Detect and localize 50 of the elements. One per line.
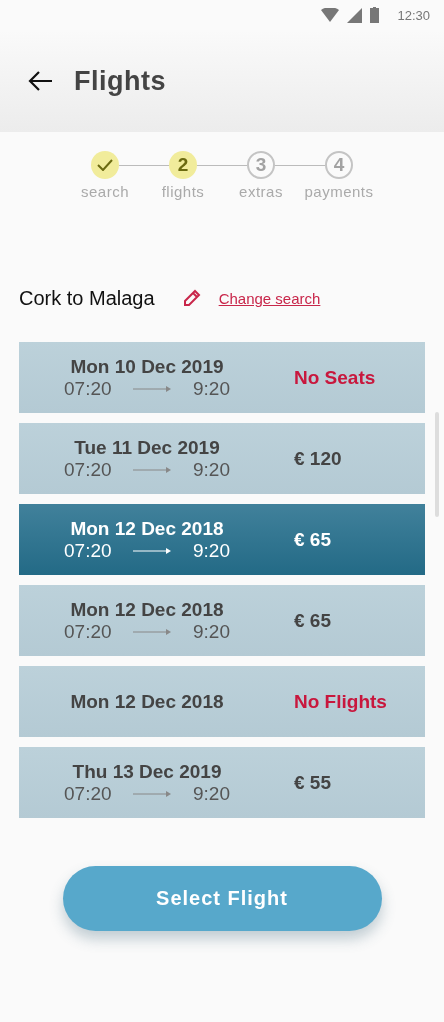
flight-price: € 120 [294,447,342,470]
arrow-icon [133,628,172,635]
flight-option[interactable]: Mon 12 Dec 2018 No Flights [19,666,425,737]
arrow-icon [133,547,172,554]
flight-date: Thu 13 Dec 2019 [72,760,222,783]
flight-option[interactable]: Mon 10 Dec 2019 07:20 9:20 No Seats [19,342,425,413]
signal-icon [347,7,363,23]
step-label: extras [239,183,283,200]
departure-time: 07:20 [64,458,112,481]
arrival-time: 9:20 [193,377,230,400]
flight-date: Tue 11 Dec 2019 [74,436,220,459]
back-arrow-icon[interactable] [28,71,53,91]
arrow-icon [133,385,172,392]
arrival-time: 9:20 [193,458,230,481]
step-label: payments [304,183,374,200]
arrival-time: 9:20 [193,539,230,562]
arrow-icon [133,790,172,797]
departure-time: 07:20 [64,539,112,562]
arrival-time: 9:20 [193,620,230,643]
clock-time: 12:30 [397,7,430,23]
flight-option[interactable]: Mon 12 Dec 2018 07:20 9:20 € 65 [19,585,425,656]
battery-icon [370,7,380,23]
availability-status: No Seats [294,366,376,389]
flight-option[interactable]: Mon 12 Dec 2018 07:20 9:20 € 65 [19,504,425,575]
flight-price: € 65 [294,528,331,551]
flight-option[interactable]: Thu 13 Dec 2019 07:20 9:20 € 55 [19,747,425,818]
flight-date: Mon 12 Dec 2018 [70,690,224,713]
departure-time: 07:20 [64,782,112,805]
pencil-icon[interactable] [182,289,201,307]
availability-status: No Flights [294,690,387,713]
departure-time: 07:20 [64,377,112,400]
arrow-icon [133,466,172,473]
wifi-icon [321,8,340,22]
step-label: flights [161,183,205,200]
flight-price: € 55 [294,771,331,794]
flight-option[interactable]: Tue 11 Dec 2019 07:20 9:20 € 120 [19,423,425,494]
step-label: search [81,183,129,200]
step-indicator: 4 [325,151,353,179]
change-search-link[interactable]: Change search [218,289,321,307]
step-indicator: 3 [247,151,275,179]
check-icon [97,159,113,171]
flight-date: Mon 12 Dec 2018 [70,598,224,621]
step-indicator: 2 [169,151,197,179]
departure-time: 07:20 [64,620,112,643]
flight-price: € 65 [294,609,331,632]
route-title: Cork to Malaga [19,286,155,310]
flight-date: Mon 10 Dec 2019 [70,355,224,378]
page-title: Flights [74,65,166,97]
flight-date: Mon 12 Dec 2018 [70,517,224,540]
arrival-time: 9:20 [193,782,230,805]
